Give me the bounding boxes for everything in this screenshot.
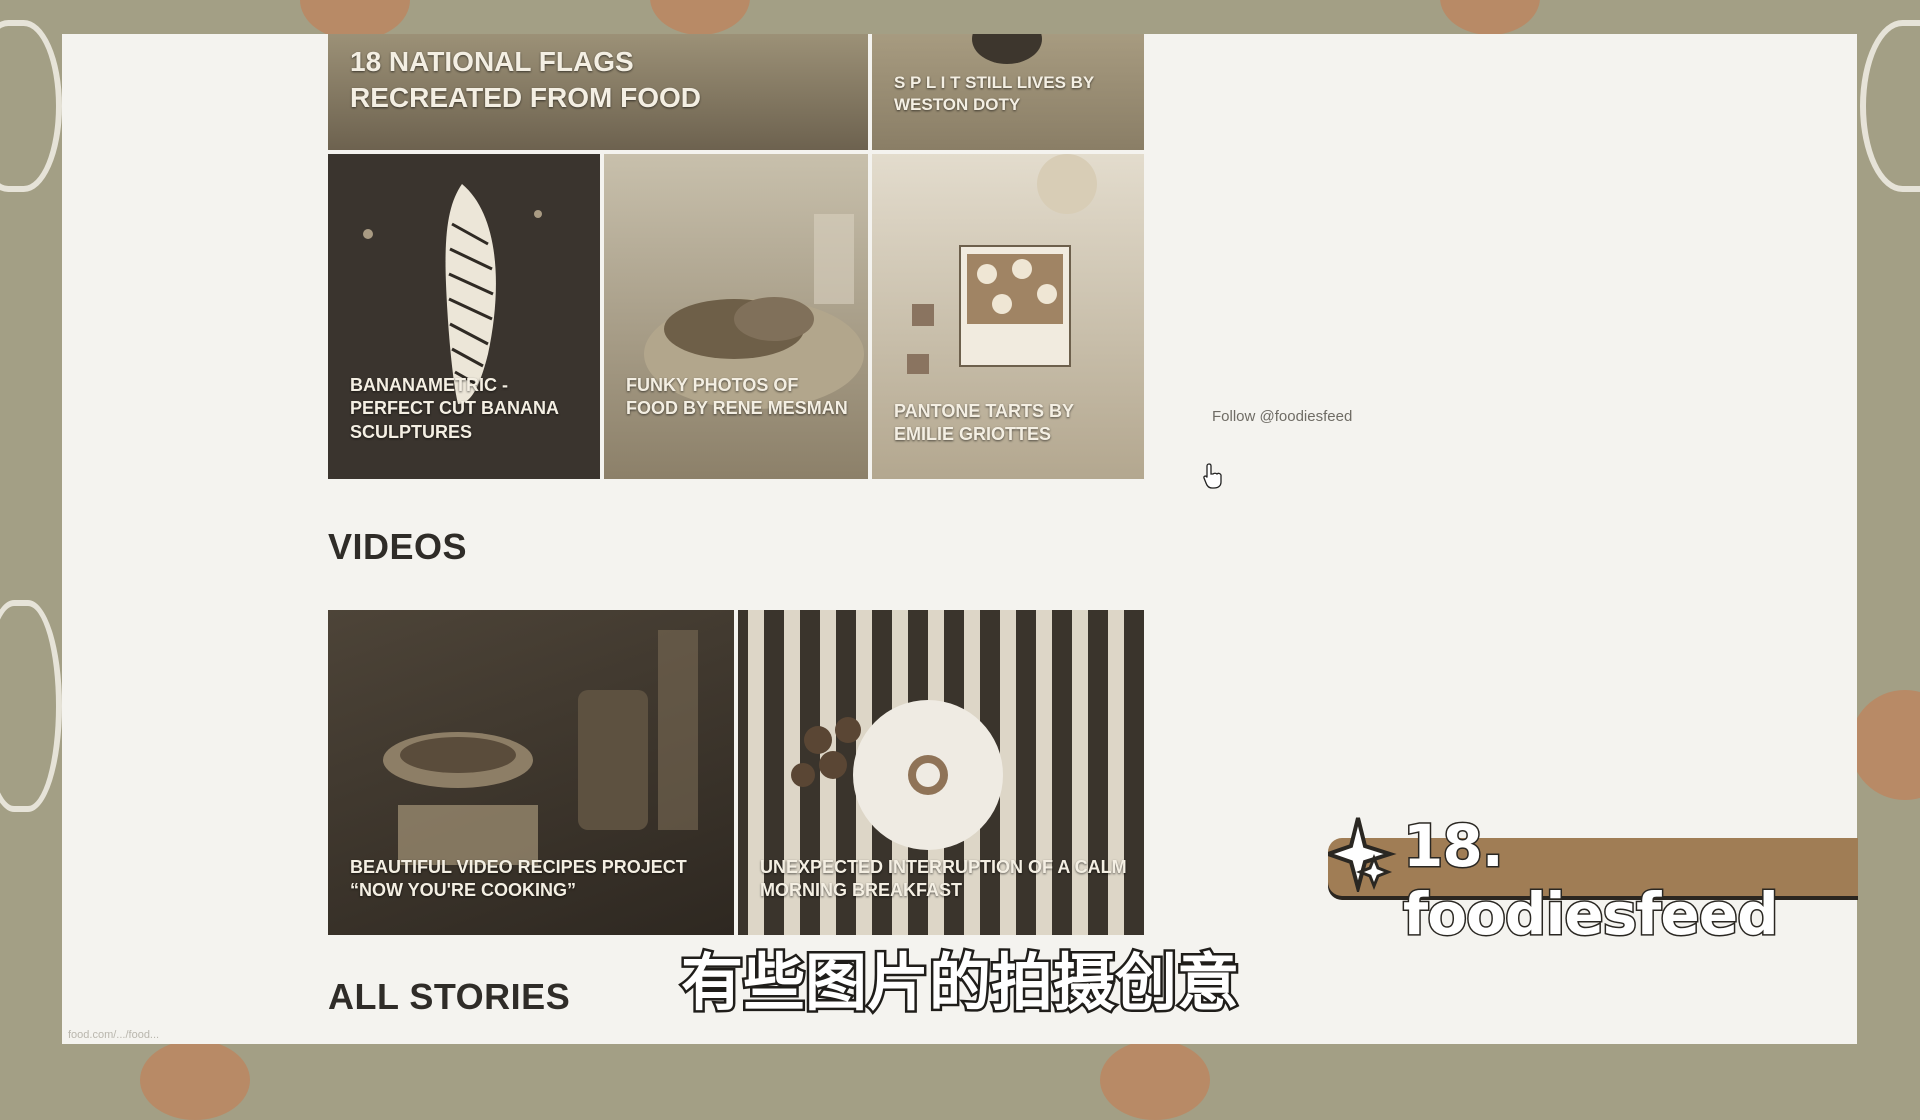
article-card-national-flags[interactable]: 18 NATIONAL FLAGS RECREATED FROM FOOD	[328, 34, 868, 150]
article-card-bananametric[interactable]: BANANAMETRIC - PERFECT CUT BANANA SCULPT…	[328, 154, 600, 479]
sparkle-icon	[1328, 817, 1397, 892]
videos-heading: VIDEOS	[328, 526, 468, 567]
article-title: BANANAMETRIC - PERFECT CUT BANANA SCULPT…	[350, 375, 559, 442]
video-card-now-youre-cooking[interactable]: BEAUTIFUL VIDEO RECIPES PROJECT “NOW YOU…	[328, 610, 734, 935]
hand-pointer-icon	[1203, 463, 1222, 489]
food-plate-photo	[644, 214, 864, 409]
article-card-funky-photos[interactable]: FUNKY PHOTOS OF FOOD BY RENE MESMAN	[604, 154, 868, 479]
article-title: PANTONE TARTS BY EMILIE GRIOTTES	[894, 401, 1074, 445]
video-title: UNEXPECTED INTERRUPTION OF A CALM MORNIN…	[760, 857, 1127, 901]
article-title: FUNKY PHOTOS OF FOOD BY RENE MESMAN	[626, 375, 848, 419]
video-subtitle: 有些图片的拍摄创意	[678, 944, 1241, 1022]
video-card-morning-breakfast[interactable]: UNEXPECTED INTERRUPTION OF A CALM MORNIN…	[738, 610, 1144, 935]
badge-text: 18. foodiesfeed	[1402, 811, 1781, 950]
article-card-split-still-lives[interactable]: S P L I T STILL LIVES BY WESTON DOTY	[872, 34, 1144, 150]
follow-foodiesfeed-link[interactable]: Follow @foodiesfeed	[1212, 408, 1352, 425]
food-photo	[972, 34, 1042, 64]
article-title: 18 NATIONAL FLAGS RECREATED FROM FOOD	[350, 46, 702, 114]
video-title: BEAUTIFUL VIDEO RECIPES PROJECT “NOW YOU…	[350, 857, 687, 901]
status-bar-url: food.com/.../food...	[68, 1029, 160, 1041]
foodiesfeed-badge: 18. foodiesfeed	[1328, 811, 1858, 950]
article-card-pantone-tarts[interactable]: PANTONE TARTS BY EMILIE GRIOTTES	[872, 154, 1144, 479]
article-title: S P L I T STILL LIVES BY WESTON DOTY	[894, 73, 1094, 115]
